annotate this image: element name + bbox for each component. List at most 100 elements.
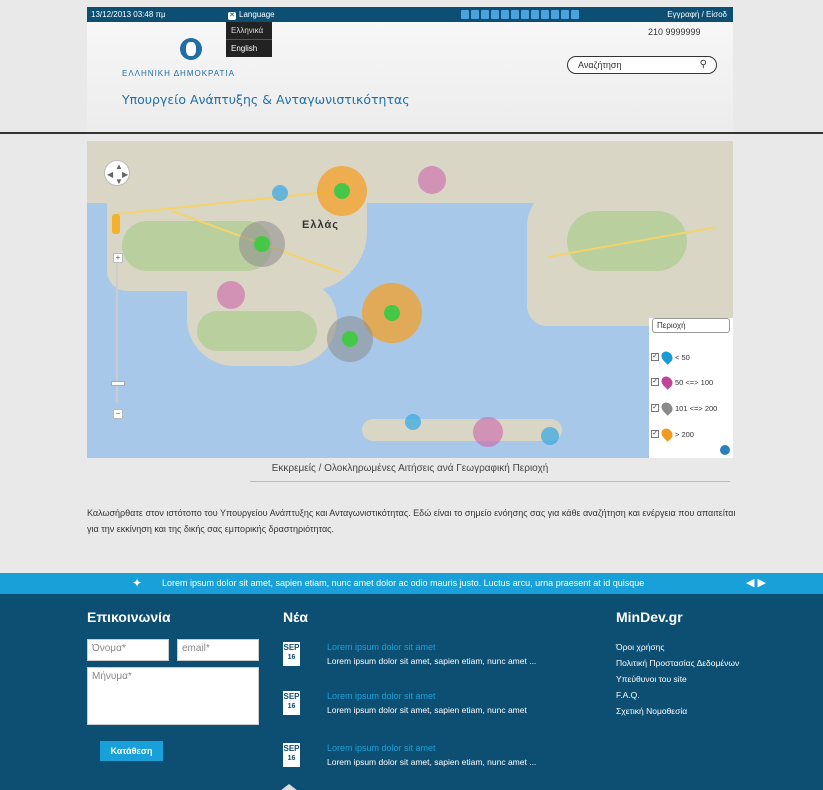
rss-icon[interactable] (491, 10, 499, 19)
email-icon[interactable] (481, 10, 489, 19)
news-item-body: Lorem ipsum dolor sit amet, sapien etiam… (327, 705, 527, 715)
marker-pin-icon (659, 349, 675, 365)
welcome-text: Καλωσήρθατε στον ιστότοπο του Υπουργείου… (87, 508, 736, 534)
legend-checkbox[interactable]: ✓ (651, 378, 659, 386)
cluster-gray[interactable] (239, 221, 285, 267)
footer-links: Όροι χρήσης Πολιτική Προστασίας Δεδομένω… (616, 639, 739, 719)
footer-link-faq[interactable]: F.A.Q. (616, 687, 739, 703)
linkedin-icon[interactable] (501, 10, 509, 19)
language-option-english[interactable]: English (226, 40, 272, 57)
legend-label: < 50 (675, 352, 690, 362)
pan-right-icon[interactable]: ▶ (122, 170, 128, 179)
cluster-pink[interactable] (418, 166, 446, 194)
search-icon[interactable]: ⚲ (700, 59, 707, 70)
legend-label: 101 <=> 200 (675, 403, 718, 413)
mindev-title: MinDev.gr (616, 609, 683, 625)
ministry-title[interactable]: Υπουργείο Ανάπτυξης & Ανταγωνιστικότητας (122, 92, 410, 107)
text-size-icon[interactable] (561, 10, 569, 19)
legend-checkbox[interactable]: ✓ (651, 353, 659, 361)
map-legend: Περιοχή ✓ < 50 ✓ 50 <=> 100 ✓ 101 <=> 200 ✓… (649, 318, 733, 458)
register-login-link[interactable]: Εγγραφή / Είσοδ (667, 10, 727, 19)
contact-title: Επικοινωνία (87, 609, 171, 625)
marker-pin-icon (659, 426, 675, 442)
news-item-body: Lorem ipsum dolor sit amet, sapien etiam… (327, 757, 537, 767)
cluster-center (384, 305, 400, 321)
cluster-blue[interactable] (272, 185, 288, 201)
site-header: ΕΛΛΗΝΙΚΗ ΔΗΜΟΚΡΑΤΙΑ Υπουργείο Ανάπτυξης … (87, 22, 733, 132)
search-placeholder: Αναζήτηση (578, 60, 622, 70)
language-option-greek[interactable]: Ελληνικά (226, 22, 272, 40)
scroll-top-caret-icon[interactable] (280, 784, 298, 790)
footer-link-legislation[interactable]: Σχετική Νομοθεσία (616, 703, 739, 719)
message-field[interactable]: Μήνυμα* (87, 667, 259, 725)
cluster-center (334, 183, 350, 199)
footer-link-privacy[interactable]: Πολιτική Προστασίας Δεδομένων (616, 655, 739, 671)
country-name: ΕΛΛΗΝΙΚΗ ΔΗΜΟΚΡΑΤΙΑ (122, 69, 235, 78)
cluster-pink[interactable] (473, 417, 503, 447)
name-field[interactable]: Όνομα* (87, 639, 169, 661)
news-item-title[interactable]: Lorem ipsum dolor sit amet (327, 743, 436, 753)
search-icon[interactable] (551, 10, 559, 19)
settings-icon[interactable] (531, 10, 539, 19)
cluster-center (254, 236, 270, 252)
news-item-body: Lorem ipsum dolor sit amet, sapien etiam… (327, 656, 537, 666)
footer-link-site-managers[interactable]: Υπεύθυνοι του site (616, 671, 739, 687)
legend-row[interactable]: ✓ 50 <=> 100 (651, 374, 714, 390)
print-icon[interactable] (541, 10, 549, 19)
pan-down-icon[interactable]: ▼ (115, 177, 123, 186)
cluster-orange[interactable] (317, 166, 367, 216)
pan-left-icon[interactable]: ◀ (107, 170, 113, 179)
ticker-text[interactable]: Lorem ipsum dolor sit amet, sapien etiam… (162, 578, 644, 588)
share-icon[interactable] (511, 10, 519, 19)
street-view-pegman-icon[interactable] (112, 214, 120, 234)
facebook-icon[interactable] (461, 10, 469, 19)
map-caption: Εκκρεμείς / Ολοκληρωμένες Αιτήσεις ανά Γ… (271, 463, 549, 474)
email-field[interactable]: email* (177, 639, 259, 661)
zoom-in-button[interactable]: + (113, 253, 123, 263)
ticker-arrows: ◀ ▶ (746, 576, 766, 589)
date-day: 16 (287, 654, 296, 661)
legend-row[interactable]: ✓ < 50 (651, 349, 690, 365)
news-item-title[interactable]: Lorem ipsum dolor sit amet (327, 642, 436, 652)
phone-number: 210 9999999 (648, 27, 701, 37)
caption-divider (250, 481, 730, 482)
twitter-icon[interactable] (471, 10, 479, 19)
legend-scroll-icon[interactable] (720, 445, 730, 455)
zoom-out-button[interactable]: − (113, 409, 123, 419)
google-plus-icon[interactable] (521, 10, 529, 19)
crete (362, 419, 562, 441)
date-month: SEP (283, 692, 300, 701)
top-bar: 13/12/2013 03:48 πμ ✕ Language Εγγραφή / … (87, 7, 733, 22)
cluster-gray[interactable] (327, 316, 373, 362)
ticker-prev-icon[interactable]: ◀ (746, 577, 754, 589)
legend-checkbox[interactable]: ✓ (651, 430, 659, 438)
date-time: 13/12/2013 03:48 πμ (91, 10, 166, 19)
submit-button[interactable]: Κατάθεση (100, 741, 163, 761)
legend-row[interactable]: ✓ 101 <=> 200 (651, 400, 718, 416)
date-badge: SEP 16 (283, 642, 300, 666)
pan-control[interactable]: ▲ ◀ ▶ ▼ (104, 160, 130, 186)
cluster-center (342, 331, 358, 347)
legend-row[interactable]: ✓ > 200 (651, 426, 694, 442)
cluster-pink[interactable] (217, 281, 245, 309)
ticker-next-icon[interactable]: ▶ (758, 577, 766, 589)
legend-checkbox[interactable]: ✓ (651, 404, 659, 412)
zoom-slider-handle[interactable] (111, 381, 125, 386)
date-month: SEP (283, 744, 300, 753)
regions-map[interactable]: Ελλάς ▲ ◀ ▶ ▼ + − Περιοχή ✓ < 50 ✓ 50 <=> … (87, 141, 733, 458)
accessibility-icon[interactable] (571, 10, 579, 19)
twitter-bird-icon: ✦ (132, 576, 143, 590)
news-item-title[interactable]: Lorem ipsum dolor sit amet (327, 691, 436, 701)
legend-label: 50 <=> 100 (675, 377, 714, 387)
footer-link-terms[interactable]: Όροι χρήσης (616, 639, 739, 655)
cluster-blue[interactable] (405, 414, 421, 430)
forest-area (197, 311, 317, 351)
region-select[interactable]: Περιοχή (652, 318, 730, 333)
country-label: Ελλάς (302, 219, 339, 231)
cluster-blue[interactable] (541, 427, 559, 445)
marker-pin-icon (659, 374, 675, 390)
search-input[interactable]: Αναζήτηση ⚲ (567, 56, 717, 74)
twitter-ticker: ✦ Lorem ipsum dolor sit amet, sapien eti… (0, 573, 823, 594)
language-toggle[interactable]: ✕ Language (228, 10, 275, 20)
header-divider (0, 132, 823, 134)
